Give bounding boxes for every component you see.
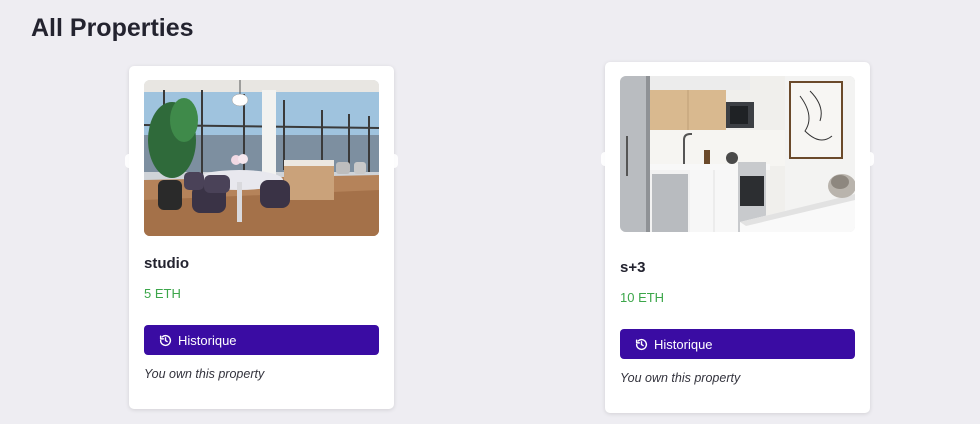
history-button-label: Historique [178, 332, 237, 348]
property-name: studio [144, 255, 189, 272]
history-icon [635, 338, 648, 351]
property-photo[interactable] [144, 80, 379, 236]
ownership-note: You own this property [144, 367, 265, 381]
property-photo[interactable] [620, 76, 855, 232]
property-card: studio 5 ETH Historique You own this pro… [125, 66, 398, 409]
carousel-prev-button[interactable] [125, 154, 134, 168]
history-icon [159, 334, 172, 347]
history-button[interactable]: Historique [144, 325, 379, 355]
property-price: 5 ETH [144, 286, 181, 301]
property-price: 10 ETH [620, 290, 665, 305]
ownership-note: You own this property [620, 371, 741, 385]
history-button[interactable]: Historique [620, 329, 855, 359]
carousel-next-button[interactable] [389, 154, 398, 168]
history-button-label: Historique [654, 336, 713, 352]
page-title: All Properties [31, 14, 194, 42]
carousel-next-button[interactable] [865, 152, 874, 166]
carousel-prev-button[interactable] [601, 152, 610, 166]
property-card: s+3 10 ETH Historique You own this prope… [601, 62, 874, 413]
property-name: s+3 [620, 259, 646, 276]
